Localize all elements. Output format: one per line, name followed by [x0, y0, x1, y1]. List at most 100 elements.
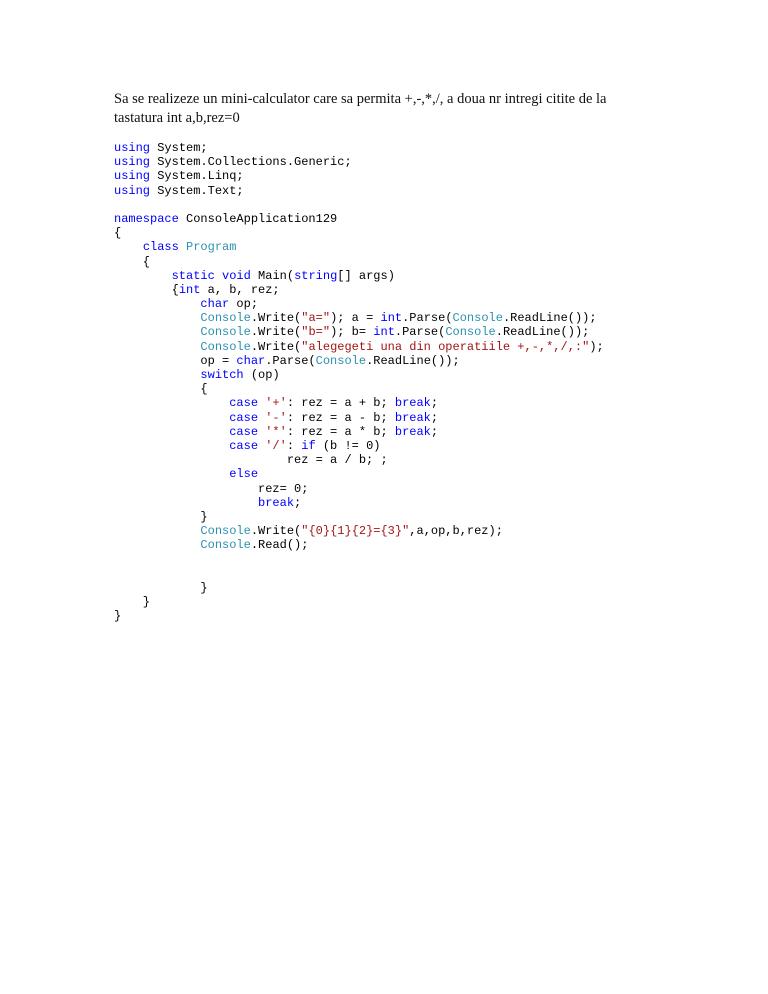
code-type: Console	[200, 538, 251, 553]
code-keyword: if	[301, 438, 316, 453]
code-line: {int a, b, rez;	[114, 283, 604, 297]
code-type: Program	[186, 240, 237, 255]
code-line: case '+': rez = a + b; break;	[114, 396, 604, 410]
code-text: (op)	[243, 368, 280, 382]
code-line: }	[114, 510, 604, 524]
code-text: System.Linq;	[150, 169, 244, 184]
code-text: .Write(	[250, 311, 302, 326]
code-string: "b="	[301, 325, 331, 340]
code-keyword: break	[394, 424, 431, 439]
code-keyword: static	[171, 268, 215, 283]
code-text: rez = a / b; ;	[114, 453, 388, 468]
document-page: Sa se realizeze un mini-calculator care …	[0, 0, 768, 994]
code-type: Console	[452, 311, 503, 326]
code-text: }	[114, 509, 208, 524]
code-keyword: case	[229, 438, 259, 453]
code-text: op =	[114, 353, 237, 368]
code-line: rez = a / b; ;	[114, 453, 604, 467]
code-text: .Parse(	[402, 311, 453, 326]
code-keyword: switch	[200, 368, 244, 382]
code-text: .Read();	[250, 538, 309, 553]
code-text: .ReadLine());	[495, 325, 590, 340]
code-text: .Parse(	[265, 353, 316, 368]
code-line: namespace ConsoleApplication129	[114, 212, 604, 226]
code-line: {	[114, 255, 604, 269]
code-text: : rez = a * b;	[286, 424, 395, 439]
code-keyword: using	[114, 141, 151, 155]
code-text: [] args)	[337, 268, 395, 283]
problem-statement-line-2: tastatura int a,b,rez=0	[114, 110, 240, 126]
code-text: .Parse(	[394, 325, 446, 340]
code-line: case '/': if (b != 0)	[114, 439, 604, 453]
code-keyword: using	[114, 155, 151, 170]
code-line: using System.Text;	[114, 184, 604, 198]
code-line: switch (op)	[114, 368, 604, 382]
code-keyword: void	[222, 268, 251, 283]
code-text: ); a =	[330, 311, 381, 326]
code-keyword: case	[229, 396, 259, 411]
code-text: System.Collections.Generic;	[150, 155, 352, 170]
code-text: ;	[430, 424, 439, 439]
code-line: case '-': rez = a - b; break;	[114, 411, 604, 425]
code-keyword: char	[236, 353, 266, 368]
code-text: }	[114, 595, 151, 609]
code-line: }	[114, 595, 604, 609]
code-type: Console	[200, 325, 251, 340]
code-line: op = char.Parse(Console.ReadLine());	[114, 354, 604, 368]
code-text: ,a,op,b,rez);	[409, 524, 503, 539]
code-line: class Program	[114, 240, 604, 254]
code-keyword: case	[229, 424, 259, 439]
code-line: break;	[114, 496, 604, 510]
code-line: char op;	[114, 297, 604, 311]
code-keyword: break	[258, 495, 295, 510]
code-keyword: using	[114, 183, 151, 198]
code-text: op;	[229, 297, 259, 312]
code-line: Console.Write("{0}{1}{2}={3}",a,op,b,rez…	[114, 524, 604, 538]
code-keyword: int	[380, 311, 403, 326]
code-text: System;	[150, 141, 208, 155]
code-text: rez= 0;	[114, 481, 309, 496]
code-text: .ReadLine());	[366, 353, 460, 368]
code-text: ); b=	[330, 325, 374, 340]
code-line: }	[114, 609, 604, 623]
code-keyword: int	[178, 282, 201, 297]
code-text: }	[114, 609, 122, 624]
code-type: Console	[445, 325, 496, 340]
code-keyword: namespace	[114, 211, 179, 226]
code-string: "{0}{1}{2}={3}"	[301, 524, 410, 539]
code-text: {	[114, 382, 208, 397]
code-string: '/'	[265, 438, 287, 453]
problem-statement: Sa se realizeze un mini-calculator care …	[114, 90, 644, 128]
code-string: "a="	[301, 311, 331, 326]
code-text: a, b, rez;	[200, 282, 280, 297]
code-text: );	[589, 339, 604, 354]
code-line: static void Main(string[] args)	[114, 269, 604, 283]
code-line: Console.Write("b="); b= int.Parse(Consol…	[114, 325, 604, 339]
code-type: Console	[200, 524, 251, 539]
code-text: {	[114, 282, 179, 297]
code-line: using System.Linq;	[114, 169, 604, 183]
code-text: :	[286, 438, 302, 453]
code-string: '*'	[265, 424, 287, 439]
code-text: {	[114, 226, 122, 241]
code-keyword: using	[114, 169, 151, 184]
code-text: ;	[430, 396, 439, 411]
code-text: ConsoleApplication129	[178, 211, 338, 226]
code-text: }	[114, 580, 208, 595]
code-text: System.Text;	[150, 183, 244, 198]
problem-statement-line-1: Sa se realizeze un mini-calculator care …	[114, 91, 607, 107]
code-keyword: else	[229, 467, 259, 482]
code-text: : rez = a + b;	[286, 396, 395, 411]
